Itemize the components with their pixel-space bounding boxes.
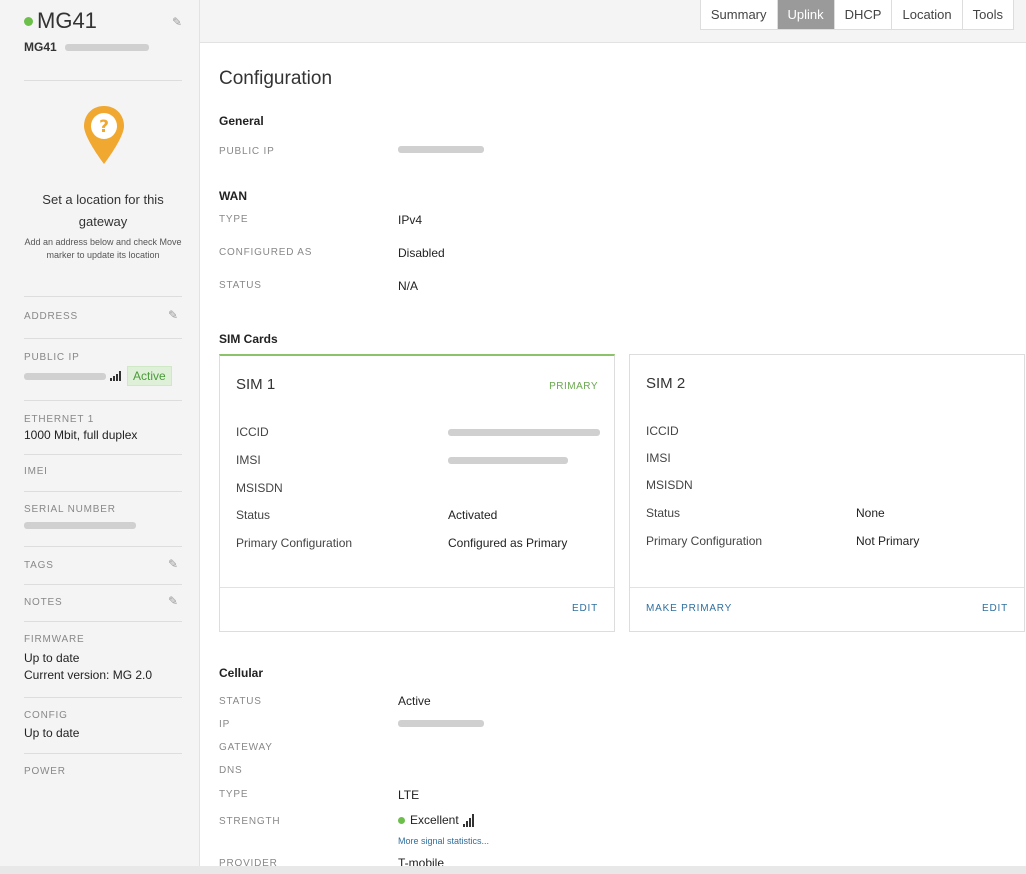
signal-strength-icon — [462, 813, 474, 827]
redacted-mac — [64, 43, 149, 51]
public-ip-label: PUBLIC IP — [24, 352, 80, 363]
firmware-status: Up to date — [24, 651, 80, 665]
sim1-footer: EDIT — [220, 587, 614, 631]
cellular-dns-label: DNS — [219, 765, 243, 776]
sim1-primary-value: Configured as Primary — [448, 536, 568, 550]
redacted-general-public-ip — [398, 146, 484, 153]
cellular-type-label: TYPE — [219, 789, 249, 800]
sim2-msisdn-label: MSISDN — [646, 478, 693, 492]
serial-label: SERIAL NUMBER — [24, 504, 116, 515]
cellular-strength-label: STRENGTH — [219, 816, 281, 827]
status-dot — [24, 16, 33, 26]
cellular-strength-row: Excellent — [398, 813, 474, 827]
sim1-status-value: Activated — [448, 508, 498, 522]
strength-status-dot — [398, 816, 405, 824]
firmware-version: Current version: MG 2.0 — [24, 668, 153, 682]
cellular-type-value: LTE — [398, 788, 420, 802]
tab-uplink[interactable]: Uplink — [776, 0, 834, 29]
imei-label: IMEI — [24, 466, 48, 477]
bottom-scroll-area — [0, 866, 1026, 874]
signal-bars-icon — [110, 371, 121, 381]
cellular-gateway-label: GATEWAY — [219, 742, 273, 753]
tab-dhcp[interactable]: DHCP — [833, 0, 892, 29]
redacted-cellular-ip — [398, 720, 484, 727]
sim1-edit-button[interactable]: EDIT — [572, 603, 598, 614]
redacted-public-ip — [24, 372, 106, 380]
ethernet-value: 1000 Mbit, full duplex — [24, 428, 138, 442]
sim1-iccid-label: ICCID — [236, 425, 269, 439]
status-badge: Active — [127, 366, 172, 386]
more-signal-statistics-link[interactable]: More signal statistics... — [398, 836, 489, 846]
sim1-status-label: Status — [236, 508, 271, 522]
sidebar: MG41 ✎ MG41 ? Set a location for this ga… — [0, 0, 200, 874]
general-heading: General — [219, 114, 264, 128]
sim1-title: SIM 1 — [236, 376, 276, 393]
tab-tools[interactable]: Tools — [961, 0, 1013, 29]
tab-bar: Summary Uplink DHCP Location Tools — [699, 0, 1014, 30]
device-name: MG41 — [37, 8, 97, 33]
svg-text:?: ? — [99, 117, 109, 137]
sim2-primary-value: Not Primary — [856, 534, 920, 548]
location-title: Set a location for this gateway — [42, 192, 164, 229]
sim2-footer: MAKE PRIMARY EDIT — [630, 587, 1024, 631]
redacted-serial — [24, 522, 136, 529]
cellular-strength-value: Excellent — [410, 813, 459, 827]
edit-name-pencil-icon[interactable]: ✎ — [172, 16, 184, 28]
edit-notes-pencil-icon[interactable]: ✎ — [168, 595, 180, 607]
tab-summary[interactable]: Summary — [701, 0, 777, 29]
wan-heading: WAN — [219, 189, 247, 203]
device-model: MG41 — [24, 40, 57, 54]
public-ip-row: Active — [24, 366, 172, 386]
general-public-ip-label: PUBLIC IP — [219, 146, 275, 157]
wan-type-value: IPv4 — [398, 213, 423, 227]
sim-cards-heading: SIM Cards — [219, 332, 278, 346]
cellular-heading: Cellular — [219, 666, 264, 680]
cellular-ip-label: IP — [219, 719, 231, 730]
wan-type-label: TYPE — [219, 214, 249, 225]
config-label: CONFIG — [24, 710, 68, 721]
wan-configured-value: Disabled — [398, 246, 445, 260]
sim2-title: SIM 2 — [646, 375, 686, 392]
sim2-iccid-label: ICCID — [646, 424, 679, 438]
tab-location[interactable]: Location — [891, 0, 961, 29]
notes-label: NOTES — [24, 597, 63, 608]
cellular-status-label: STATUS — [219, 696, 262, 707]
sim1-msisdn-label: MSISDN — [236, 481, 283, 495]
location-pin-icon: ? — [84, 106, 124, 164]
sim2-status-value: None — [856, 506, 885, 520]
sim2-primary-label: Primary Configuration — [646, 534, 763, 548]
cellular-status-value: Active — [398, 694, 431, 708]
sim2-card: SIM 2 ICCID IMSI MSISDN Status None Prim… — [629, 354, 1025, 632]
sim1-imsi-label: IMSI — [236, 453, 261, 467]
sim1-primary-label: Primary Configuration — [236, 536, 353, 550]
ethernet-label: ETHERNET 1 — [24, 414, 95, 425]
edit-address-pencil-icon[interactable]: ✎ — [168, 309, 180, 321]
tags-label: TAGS — [24, 560, 54, 571]
page-title: Configuration — [219, 68, 333, 89]
address-label: ADDRESS — [24, 311, 78, 322]
top-bar: Summary Uplink DHCP Location Tools — [200, 0, 1026, 43]
wan-configured-label: CONFIGURED AS — [219, 247, 313, 258]
firmware-label: FIRMWARE — [24, 634, 85, 645]
sim1-primary-tag: PRIMARY — [549, 381, 598, 392]
redacted-sim1-imsi — [448, 457, 568, 464]
sim2-make-primary-button[interactable]: MAKE PRIMARY — [646, 603, 732, 614]
config-value: Up to date — [24, 726, 80, 740]
redacted-sim1-iccid — [448, 429, 600, 436]
device-header: MG41 ✎ MG41 — [24, 8, 182, 54]
sim1-card: SIM 1 PRIMARY ICCID IMSI MSISDN Status A… — [219, 354, 615, 632]
wan-status-value: N/A — [398, 279, 419, 293]
sim2-imsi-label: IMSI — [646, 451, 671, 465]
sim2-edit-button[interactable]: EDIT — [982, 603, 1008, 614]
location-description: Add an address below and check Move mark… — [24, 237, 182, 260]
edit-tags-pencil-icon[interactable]: ✎ — [168, 558, 180, 570]
power-label: POWER — [24, 766, 66, 777]
sim2-status-label: Status — [646, 506, 681, 520]
wan-status-label: STATUS — [219, 280, 262, 291]
